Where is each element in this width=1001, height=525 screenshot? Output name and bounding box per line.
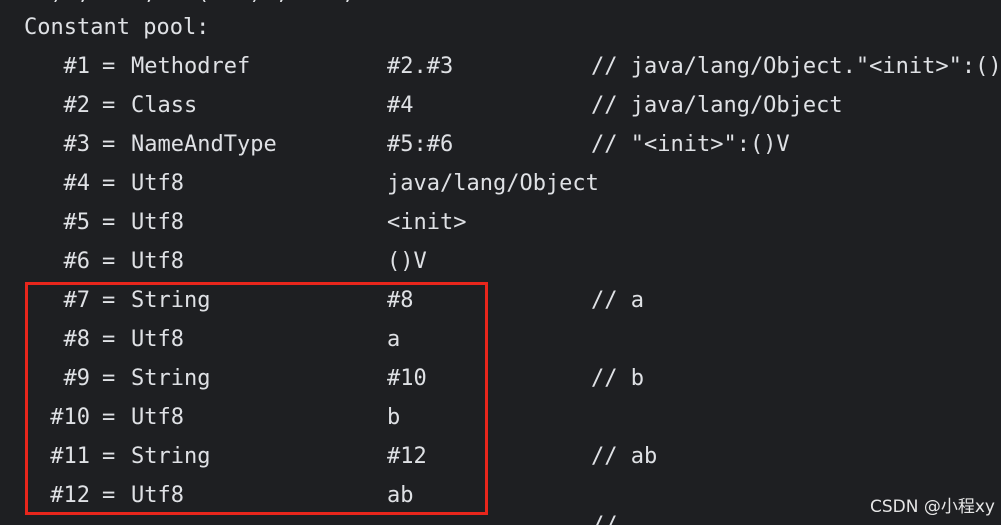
entry-equals: = [102,210,116,235]
entry-equals: = [102,405,116,430]
entry-value: ()V [387,249,427,274]
entry-value: #5:#6 [387,132,454,157]
entry-index: #3 [63,132,91,157]
console-output: ) , , ( ) , , Constant pool: #1 = Methodre… [0,0,1001,525]
entry-index: #9 [63,366,91,391]
entry-equals: = [102,288,116,313]
entry-index: #5 [63,210,91,235]
entry-equals: = [102,54,116,79]
cut-off-next-line: // [591,515,618,525]
entry-type: Utf8 [131,171,184,196]
entry-equals: = [102,132,116,157]
constant-pool-header: Constant pool: [24,15,210,40]
entry-value: ab [387,483,414,508]
entry-equals: = [102,93,116,118]
constant-pool-entry: #6 = Utf8 ()V [0,242,1001,281]
entry-value: #12 [387,444,427,469]
entry-index: #10 [50,405,90,430]
constant-pool-entry: #7 = String #8 // a [0,281,1001,320]
constant-pool-entry: #1 = Methodref #2.#3 // java/lang/Object."<i… [0,47,1001,86]
entry-type: Class [131,93,198,118]
constant-pool-entry: #10 = Utf8 b [0,398,1001,437]
constant-pool-entry: #4 = Utf8 java/lang/Object [0,164,1001,203]
entry-comment: // ab [591,444,658,469]
entry-index: #1 [63,54,91,79]
entry-type: Methodref [131,54,251,79]
entry-index: #8 [63,327,91,352]
entry-value: a [387,327,401,352]
entry-equals: = [102,327,116,352]
entry-value: <init> [387,210,467,235]
entry-index: #12 [50,483,90,508]
entry-value: b [387,405,401,430]
entry-index: #11 [50,444,90,469]
entry-type: Utf8 [131,249,184,274]
entry-value: java/lang/Object [387,171,599,196]
entry-value: #2.#3 [387,54,454,79]
entry-index: #2 [63,93,91,118]
entry-comment: // java/lang/Object [591,93,843,118]
entry-type: String [131,444,211,469]
constant-pool-entry: #8 = Utf8 a [0,320,1001,359]
entry-type: Utf8 [131,327,184,352]
entry-type: NameAndType [131,132,277,157]
constant-pool-entry: #5 = Utf8 <init> [0,203,1001,242]
entry-comment: // a [591,288,644,313]
entry-comment: // "<init>":()V [591,132,790,157]
entry-index: #4 [63,171,91,196]
constant-pool-entry: #3 = NameAndType #5:#6 // "<init>":()V [0,125,1001,164]
entry-type: String [131,366,211,391]
entry-index: #7 [63,288,91,313]
watermark: CSDN @小程xy [870,497,995,517]
constant-pool-entry: #2 = Class #4 // java/lang/Object [0,86,1001,125]
constant-pool-entry: #11 = String #12 // ab [0,437,1001,476]
entry-equals: = [102,366,116,391]
entry-equals: = [102,171,116,196]
entry-comment: // java/lang/Object."<init>":() [591,54,1001,79]
entry-equals: = [102,483,116,508]
entry-value: #4 [387,93,414,118]
entry-comment: // b [591,366,644,391]
entry-equals: = [102,444,116,469]
entry-index: #6 [63,249,91,274]
cut-off-previous-line: ) , , ( ) , , [24,0,355,4]
entry-type: String [131,288,211,313]
constant-pool-entry: #12 = Utf8 ab [0,476,1001,515]
entry-type: Utf8 [131,405,184,430]
entry-value: #10 [387,366,427,391]
entry-type: Utf8 [131,210,184,235]
entry-equals: = [102,249,116,274]
entry-value: #8 [387,288,414,313]
entry-type: Utf8 [131,483,184,508]
constant-pool-entry: #9 = String #10 // b [0,359,1001,398]
